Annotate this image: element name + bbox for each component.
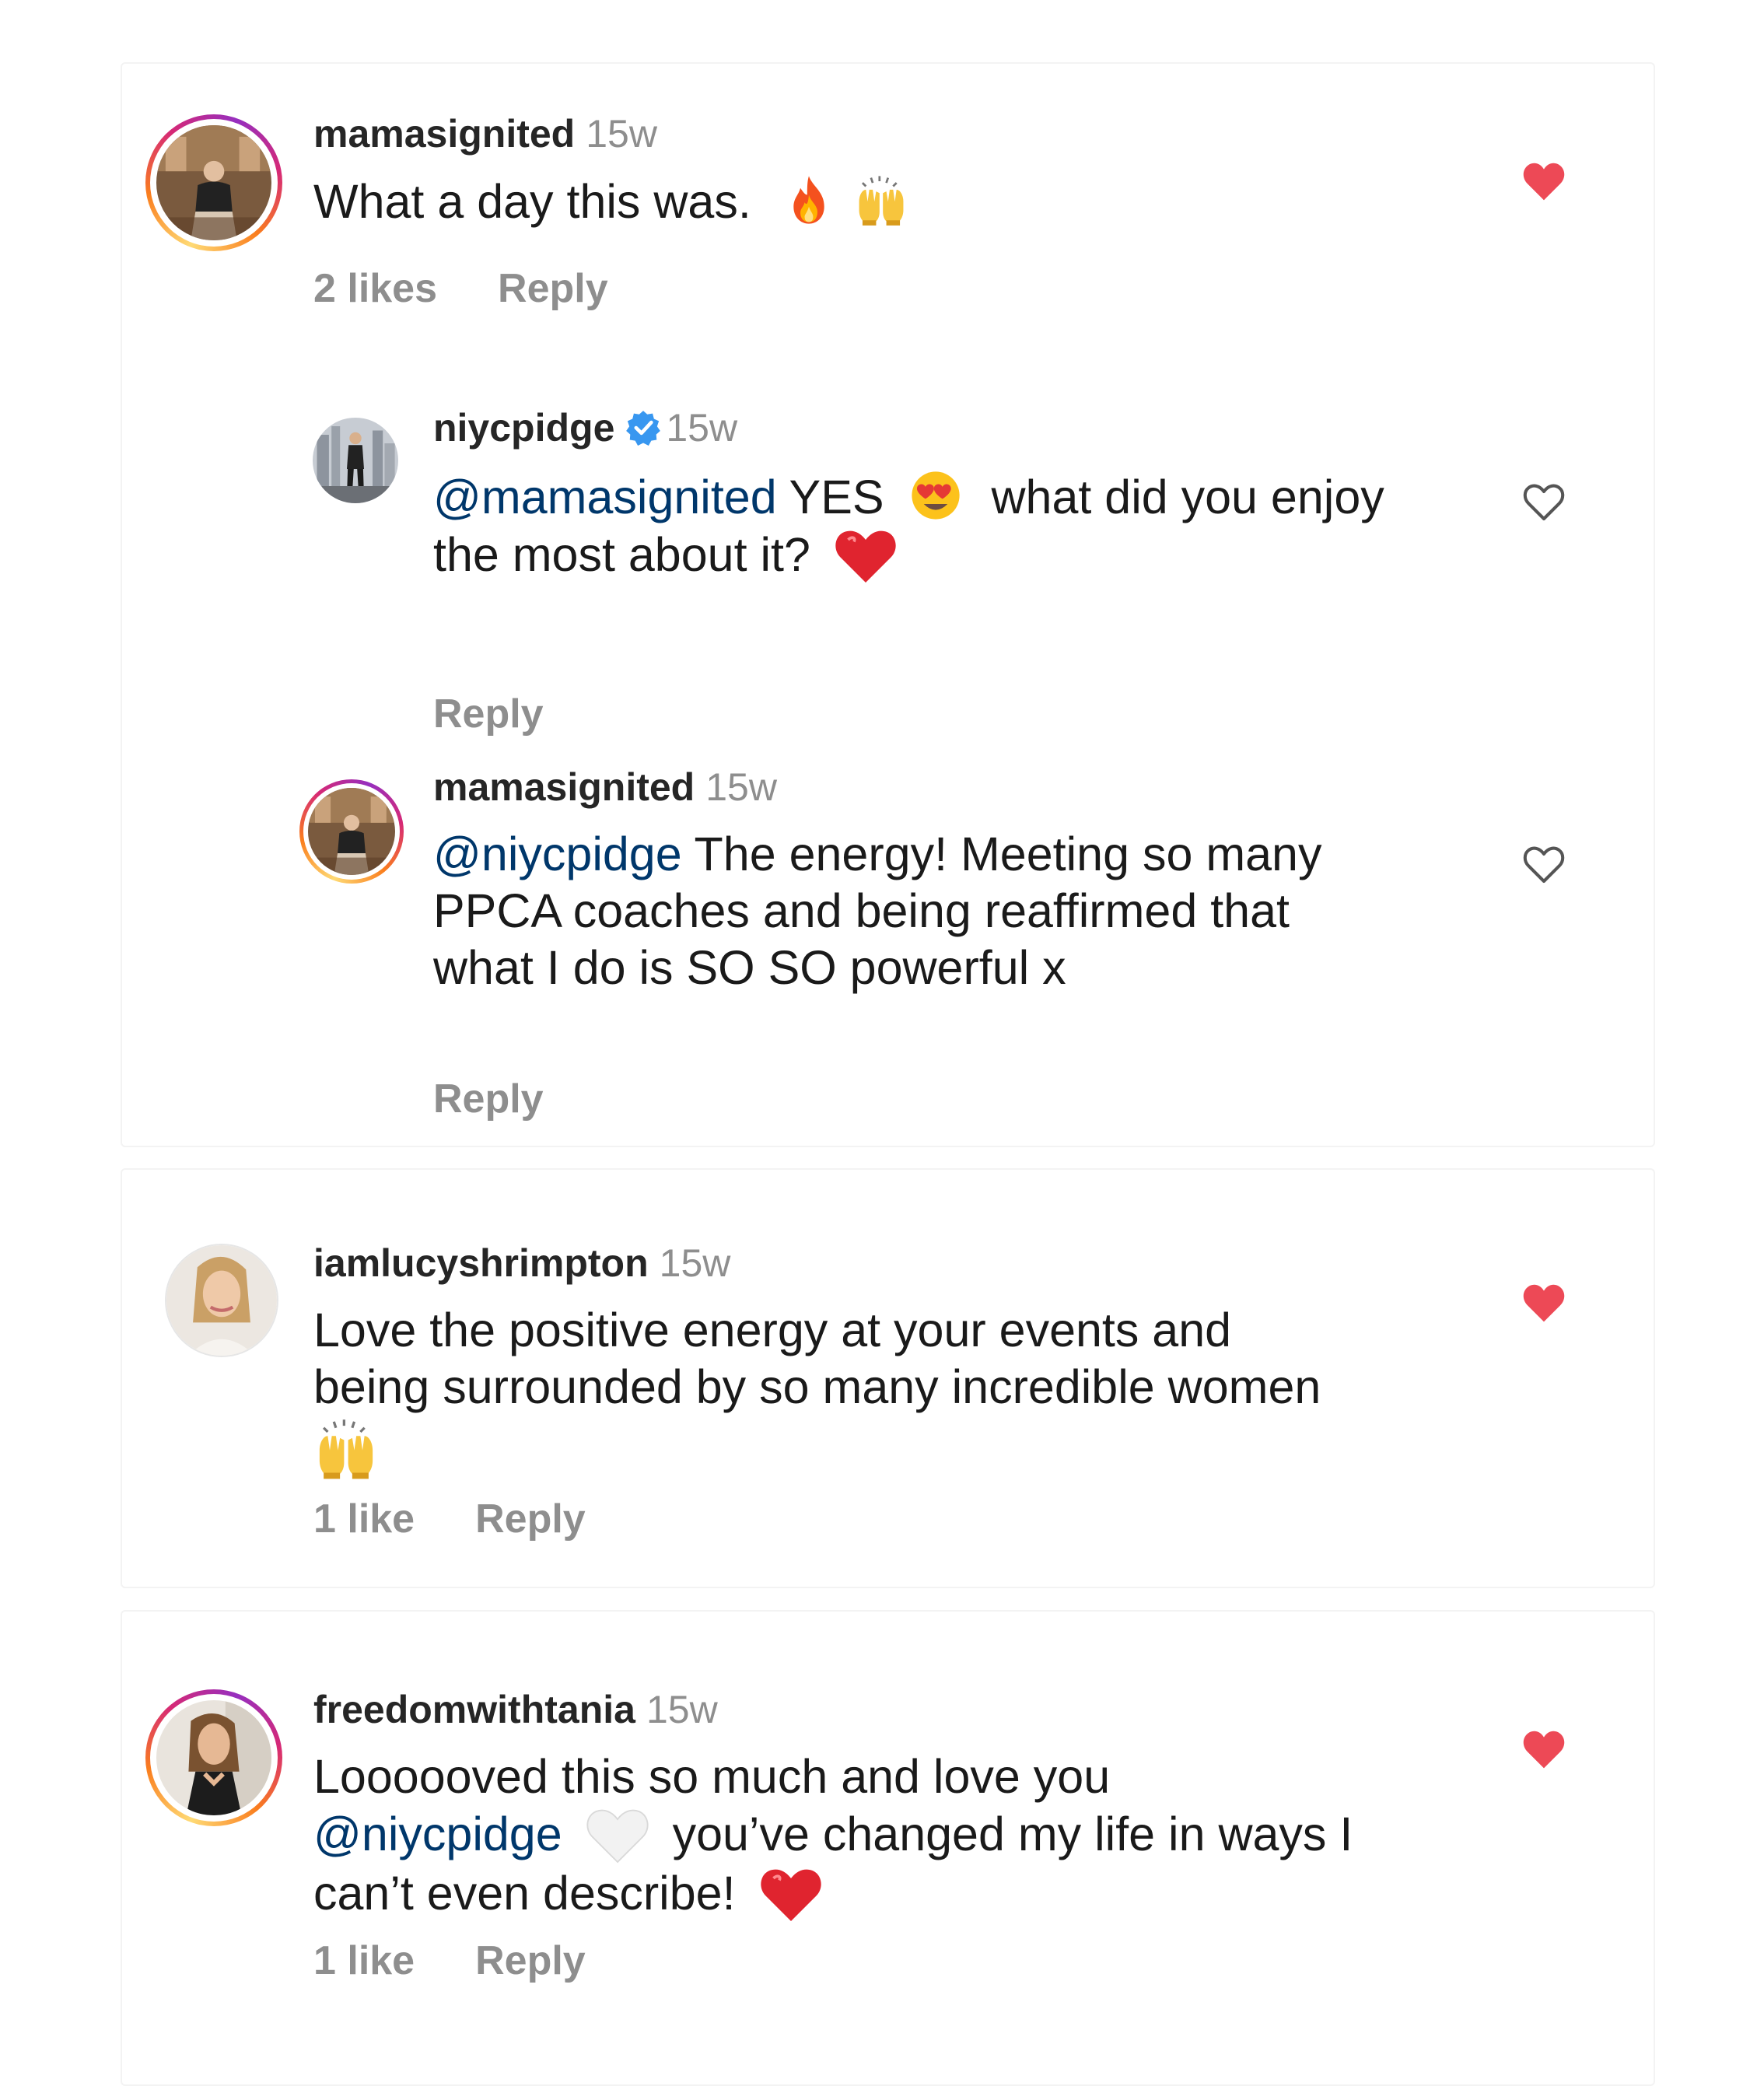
verified-badge-icon <box>625 409 661 446</box>
comment-text: @niycpidge The energy! Meeting so many P… <box>433 828 1322 994</box>
avatar[interactable] <box>299 779 404 884</box>
red-heart-emoji <box>835 526 897 585</box>
avatar[interactable] <box>165 1244 278 1357</box>
comment: iamlucyshrimpton 15w Love the positive en… <box>122 1170 1657 1590</box>
username[interactable]: freedomwithtania <box>313 1688 635 1731</box>
reply-comment: niycpidge 15w @mamasignited YES what did… <box>122 390 1657 740</box>
comment-header: niycpidge 15w <box>433 404 737 451</box>
white-heart-emoji <box>586 1805 649 1864</box>
avatar-photo <box>313 418 398 503</box>
comment-actions: Reply <box>433 1075 604 1123</box>
avatar-photo <box>166 1245 277 1356</box>
timestamp: 15w <box>659 1241 731 1285</box>
username[interactable]: mamasignited <box>433 765 695 809</box>
timestamp: 15w <box>586 112 657 156</box>
username[interactable]: mamasignited <box>313 112 575 156</box>
heart-eyes-emoji <box>908 468 963 523</box>
reply-button[interactable]: Reply <box>433 691 544 737</box>
username[interactable]: iamlucyshrimpton <box>313 1241 649 1285</box>
comment-header: freedomwithtania 15w <box>313 1686 718 1733</box>
username[interactable]: niycpidge <box>433 406 614 450</box>
reply-button[interactable]: Reply <box>433 1076 544 1122</box>
avatar[interactable] <box>313 418 398 503</box>
avatar-photo <box>156 125 271 240</box>
reply-button[interactable]: Reply <box>498 266 608 311</box>
avatar[interactable] <box>145 1689 282 1826</box>
comment: freedomwithtania 15w Loooooved this so mu… <box>122 1612 1657 2088</box>
fire-emoji <box>782 173 836 227</box>
mention-link[interactable]: @niycpidge <box>433 828 682 880</box>
likes-count[interactable]: 1 like <box>313 1496 415 1542</box>
like-heart-icon[interactable] <box>1522 1730 1566 1770</box>
reply-button[interactable]: Reply <box>475 1496 586 1542</box>
raising-hands-emoji <box>854 173 908 227</box>
comment-actions: Reply <box>433 690 604 738</box>
comment: mamasignited 15w What a day this was. 2 … <box>122 64 1657 390</box>
mention-link[interactable]: @niycpidge <box>313 1808 562 1860</box>
like-heart-outline-icon[interactable] <box>1522 482 1566 523</box>
avatar-photo <box>156 1700 271 1815</box>
like-heart-icon[interactable] <box>1522 1283 1566 1324</box>
comment-text: What a day this was. <box>313 173 1519 230</box>
like-heart-icon[interactable] <box>1522 162 1566 202</box>
comment-card: iamlucyshrimpton 15w Love the positive en… <box>121 1168 1655 1588</box>
like-heart-outline-icon[interactable] <box>1522 845 1566 885</box>
comment-actions: 2 likes Reply <box>313 264 669 313</box>
reply-comment: mamasignited 15w @niycpidge The energy! M… <box>122 748 1657 1153</box>
raising-hands-emoji <box>313 1416 379 1481</box>
comment-thread-card: mamasignited 15w What a day this was. 2 … <box>121 62 1655 1147</box>
comment-text: Loooooved this so much and love you @niy… <box>313 1748 1519 1923</box>
comment-text: @mamasignited YES what did you enjoy the… <box>433 468 1584 585</box>
timestamp: 15w <box>646 1688 718 1731</box>
comment-card: freedomwithtania 15w Loooooved this so mu… <box>121 1610 1655 2086</box>
mention-link[interactable]: @mamasignited <box>433 471 777 523</box>
comment-header: mamasignited 15w <box>433 764 777 810</box>
reply-button[interactable]: Reply <box>475 1938 586 1983</box>
likes-count[interactable]: 1 like <box>313 1938 415 1983</box>
timestamp: 15w <box>666 406 738 450</box>
likes-count[interactable]: 2 likes <box>313 266 437 311</box>
comment-actions: 1 like Reply <box>313 1495 646 1543</box>
comment-header: iamlucyshrimpton 15w <box>313 1240 730 1286</box>
timestamp: 15w <box>705 765 777 809</box>
avatar[interactable] <box>145 114 282 251</box>
comment-actions: 1 like Reply <box>313 1937 646 1985</box>
comment-text: Love the positive energy at your events … <box>313 1302 1519 1487</box>
red-heart-emoji <box>760 1864 822 1923</box>
comment-header: mamasignited 15w <box>313 110 657 157</box>
avatar-photo <box>308 788 395 875</box>
